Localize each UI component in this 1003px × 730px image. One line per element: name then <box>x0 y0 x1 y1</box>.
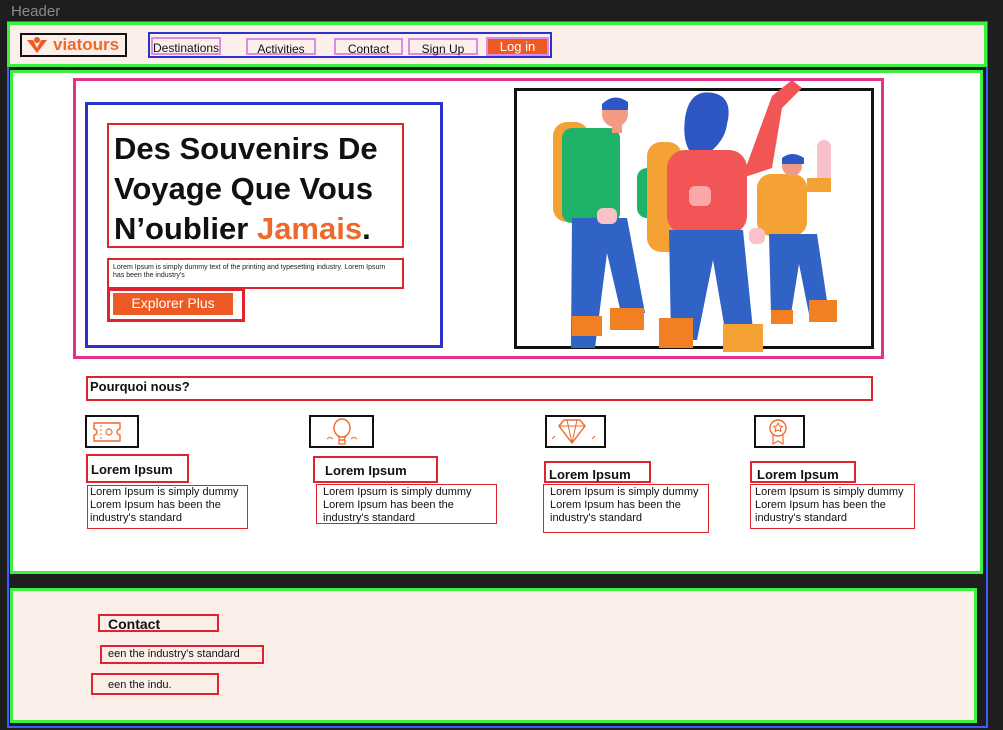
hero-description: Lorem Ipsum is simply dummy text of the … <box>107 258 404 289</box>
hero-title-line2: Voyage Que Vous <box>114 171 373 206</box>
footer-line-1: een the industry's standard <box>100 645 264 664</box>
hero-cta-button[interactable]: Explorer Plus <box>113 293 233 315</box>
feature-3-description: Lorem Ipsum is simply dummy Lorem Ipsum … <box>543 484 709 533</box>
nav-contact[interactable]: Contact <box>334 38 403 56</box>
ticket-icon <box>93 422 121 442</box>
nav-destinations[interactable]: Destinations <box>151 37 221 55</box>
hot-air-balloon-icon <box>326 418 358 445</box>
ghost-label <box>17 48 37 58</box>
feature-4-title: Lorem Ipsum <box>750 461 856 483</box>
feature-3-icon-box <box>545 415 606 448</box>
feature-4-icon-box <box>754 415 805 448</box>
nav-sign-up[interactable]: Sign Up <box>408 38 478 56</box>
nav-activities[interactable]: Activities <box>246 38 316 56</box>
feature-1-icon-box <box>85 415 139 448</box>
hero-title-line3: N’oublier Jamais. <box>114 209 402 249</box>
feature-2-description: Lorem Ipsum is simply dummy Lorem Ipsum … <box>316 484 497 524</box>
hero-title: Des Souvenirs De Voyage Que Vous N’oubli… <box>107 123 404 248</box>
feature-2-title: Lorem Ipsum <box>313 456 438 483</box>
feature-3-title: Lorem Ipsum <box>544 461 651 483</box>
feature-1-description: Lorem Ipsum is simply dummy Lorem Ipsum … <box>87 485 248 529</box>
travelers-illustration <box>553 80 837 352</box>
feature-1-title: Lorem Ipsum <box>86 454 189 483</box>
frame-label: Header <box>11 3 61 20</box>
award-badge-icon <box>769 419 787 446</box>
hero-title-accent: Jamais <box>256 211 363 246</box>
login-button[interactable]: Log in <box>486 37 549 56</box>
feature-2-icon-box <box>309 415 374 448</box>
hero-title-line1: Des Souvenirs De <box>114 131 378 166</box>
hero-title-suffix: . <box>362 211 371 246</box>
why-us-title: Pourquoi nous? <box>86 376 873 401</box>
footer-line-2: een the indu. <box>91 673 219 695</box>
logo-text: viatours <box>53 35 120 54</box>
feature-4-description: Lorem Ipsum is simply dummy Lorem Ipsum … <box>750 484 915 529</box>
hero-title-line3-prefix: N’oublier <box>114 211 257 246</box>
footer-contact-title: Contact <box>98 614 219 632</box>
diamond-icon <box>551 419 596 445</box>
